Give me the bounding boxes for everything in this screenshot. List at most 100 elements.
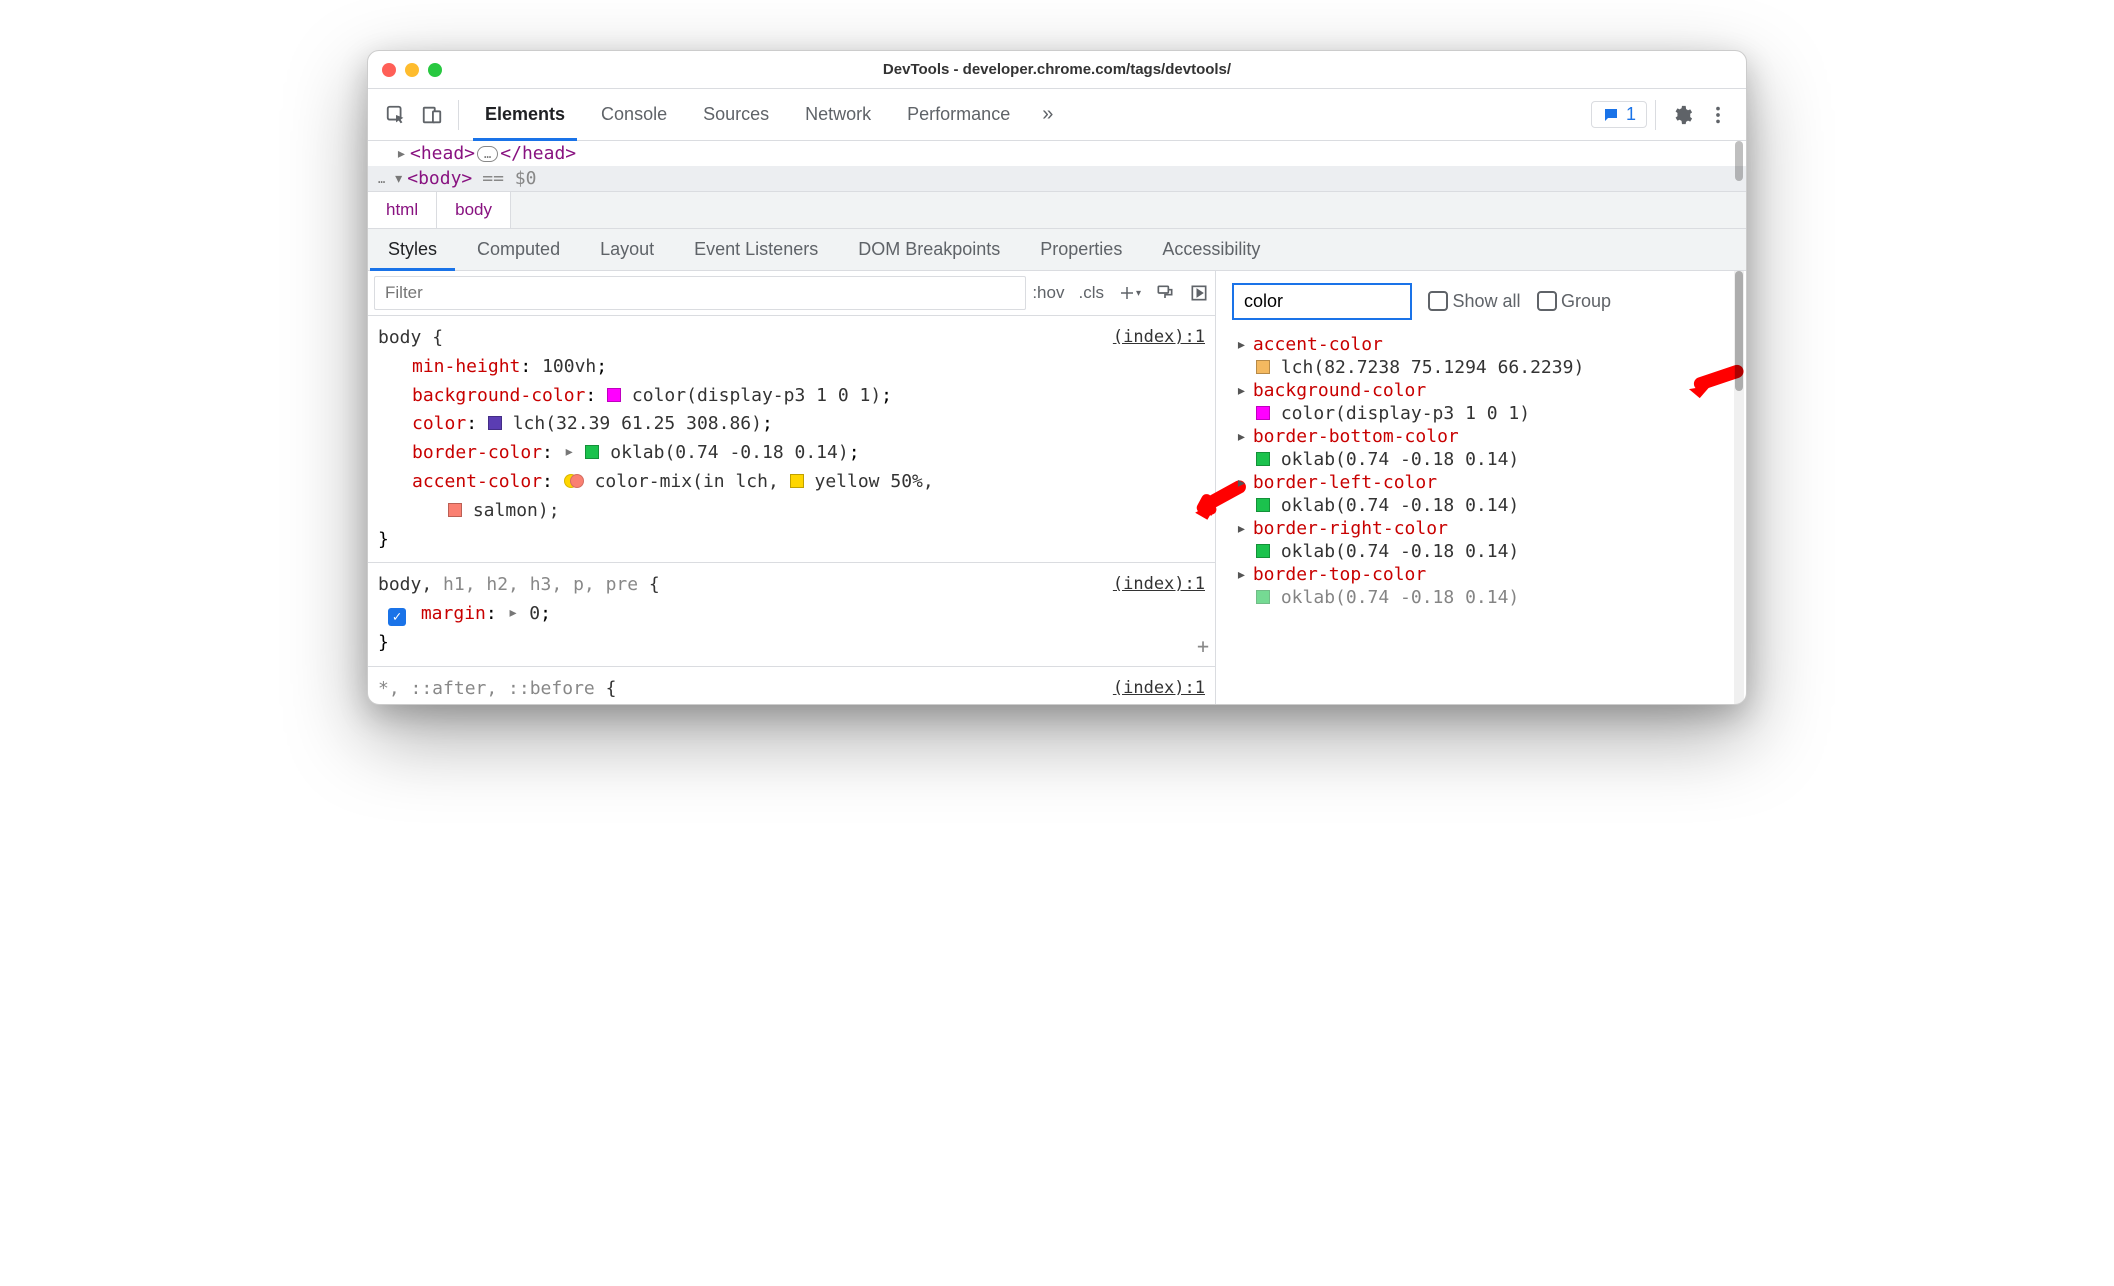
paint-icon[interactable]: [1155, 275, 1175, 311]
cls-toggle[interactable]: .cls: [1078, 283, 1104, 303]
stab-properties[interactable]: Properties: [1020, 229, 1142, 270]
computed-filter-input[interactable]: [1232, 283, 1412, 320]
expand-tri-icon[interactable]: ▸: [508, 599, 519, 628]
computed-value: oklab(0.74 -0.18 0.14): [1216, 587, 1746, 608]
messages-badge[interactable]: 1: [1591, 101, 1647, 128]
messages-count: 1: [1626, 104, 1636, 125]
show-all-label: Show all: [1452, 291, 1520, 311]
expand-tri-icon[interactable]: ▸: [564, 438, 575, 467]
stab-layout[interactable]: Layout: [580, 229, 674, 270]
computed-row[interactable]: ▸accent-color: [1216, 332, 1746, 357]
css-rule-universal: *, ::after, ::before { (index):1: [368, 667, 1215, 704]
styles-filter-input[interactable]: [374, 276, 1026, 310]
selected-indicator: == $0: [482, 168, 536, 189]
expand-tri-icon[interactable]: ▸: [1236, 518, 1247, 539]
css-prop[interactable]: background-color: color(display-p3 1 0 1…: [378, 382, 1205, 411]
source-link[interactable]: (index):1: [1113, 675, 1205, 704]
stab-event-listeners[interactable]: Event Listeners: [674, 229, 838, 270]
computed-row[interactable]: ▸background-color: [1216, 378, 1746, 403]
expand-tri-icon[interactable]: ▸: [1236, 564, 1247, 585]
computed-value: oklab(0.74 -0.18 0.14): [1216, 449, 1746, 470]
panels: :hov .cls ▾ body { (index):1 min-height:…: [368, 271, 1746, 704]
css-prop[interactable]: border-color: ▸ oklab(0.74 -0.18 0.14);: [378, 439, 1205, 468]
crumb-body[interactable]: body: [437, 192, 511, 228]
computed-value: lch(82.7238 75.1294 66.2239): [1216, 357, 1746, 378]
color-swatch-icon[interactable]: [790, 474, 804, 488]
stab-computed[interactable]: Computed: [457, 229, 580, 270]
more-menu-icon[interactable]: [1700, 97, 1736, 133]
computed-row[interactable]: ▸border-top-color: [1216, 562, 1746, 587]
computed-value: oklab(0.74 -0.18 0.14): [1216, 541, 1746, 562]
titlebar: DevTools - developer.chrome.com/tags/dev…: [368, 51, 1746, 89]
tab-network[interactable]: Network: [787, 89, 889, 140]
css-prop-continuation: salmon);: [378, 497, 1205, 526]
tab-elements[interactable]: Elements: [467, 89, 583, 140]
expand-caret-icon[interactable]: ▸: [396, 143, 408, 164]
computed-toggle-icon[interactable]: [1189, 275, 1209, 311]
tabs-overflow-icon[interactable]: »: [1028, 103, 1067, 126]
hov-toggle[interactable]: :hov: [1032, 283, 1064, 303]
group-label: Group: [1561, 291, 1611, 311]
new-rule-plus-icon[interactable]: ▾: [1118, 275, 1141, 311]
computed-value: color(display-p3 1 0 1): [1216, 403, 1746, 424]
color-swatch-icon[interactable]: [1256, 452, 1270, 466]
dom-head-node[interactable]: ▸ <head> … </head>: [368, 141, 1746, 166]
tab-performance[interactable]: Performance: [889, 89, 1028, 140]
show-all-checkbox[interactable]: [1428, 291, 1448, 311]
computed-list: ▸accent-color lch(82.7238 75.1294 66.223…: [1216, 332, 1746, 608]
css-prop[interactable]: min-height: 100vh;: [378, 353, 1205, 382]
stab-styles[interactable]: Styles: [368, 229, 457, 270]
source-link[interactable]: (index):1: [1113, 324, 1205, 353]
inspect-element-icon[interactable]: [378, 97, 414, 133]
computed-row[interactable]: ▸border-right-color: [1216, 516, 1746, 541]
device-toggle-icon[interactable]: [414, 97, 450, 133]
styles-tabs: Styles Computed Layout Event Listeners D…: [368, 229, 1746, 271]
crumb-html[interactable]: html: [368, 192, 437, 228]
tab-console[interactable]: Console: [583, 89, 685, 140]
folded-icon[interactable]: …: [477, 146, 498, 162]
source-link[interactable]: (index):1: [1113, 571, 1205, 600]
color-swatch-icon[interactable]: [607, 388, 621, 402]
color-swatch-icon[interactable]: [1256, 544, 1270, 558]
css-prop[interactable]: ✓ margin: ▸ 0;: [378, 600, 1205, 629]
color-swatch-icon[interactable]: [1256, 406, 1270, 420]
color-swatch-icon[interactable]: [488, 416, 502, 430]
computed-row[interactable]: ▸border-left-color: [1216, 470, 1746, 495]
color-swatch-icon[interactable]: [585, 445, 599, 459]
divider: [1655, 100, 1656, 130]
computed-row[interactable]: ▸border-bottom-color: [1216, 424, 1746, 449]
css-rule-body: body { (index):1 min-height: 100vh; back…: [368, 316, 1215, 563]
computed-filter-bar: Show all Group: [1216, 271, 1746, 332]
color-mix-swatch-icon[interactable]: [564, 474, 584, 488]
tab-sources[interactable]: Sources: [685, 89, 787, 140]
expand-tri-icon[interactable]: ▸: [1236, 472, 1247, 493]
stab-accessibility[interactable]: Accessibility: [1142, 229, 1280, 270]
maximize-window-icon[interactable]: [428, 63, 442, 77]
minimize-window-icon[interactable]: [405, 63, 419, 77]
divider: [458, 100, 459, 130]
expand-tri-icon[interactable]: ▸: [1236, 426, 1247, 447]
color-swatch-icon[interactable]: [1256, 590, 1270, 604]
scrollbar[interactable]: [1734, 271, 1744, 704]
css-prop[interactable]: color: lch(32.39 61.25 308.86);: [378, 410, 1205, 439]
prop-checkbox-icon[interactable]: ✓: [388, 608, 406, 626]
expand-tri-icon[interactable]: ▸: [1236, 334, 1247, 355]
scrollbar[interactable]: [1734, 141, 1744, 201]
add-prop-plus-icon[interactable]: +: [1197, 630, 1209, 662]
dom-body-node[interactable]: … ▾ <body> == $0: [368, 166, 1746, 191]
expand-tri-icon[interactable]: ▸: [1236, 380, 1247, 401]
stab-dom-breakpoints[interactable]: DOM Breakpoints: [838, 229, 1020, 270]
devtools-window: DevTools - developer.chrome.com/tags/dev…: [367, 50, 1747, 705]
settings-gear-icon[interactable]: [1664, 97, 1700, 133]
breadcrumb: html body: [368, 191, 1746, 229]
color-swatch-icon[interactable]: [448, 503, 462, 517]
dots-icon[interactable]: …: [372, 172, 391, 186]
color-swatch-icon[interactable]: [1256, 360, 1270, 374]
color-swatch-icon[interactable]: [1256, 498, 1270, 512]
group-checkbox[interactable]: [1537, 291, 1557, 311]
css-prop[interactable]: accent-color: color-mix(in lch, yellow 5…: [378, 468, 1205, 497]
close-window-icon[interactable]: [382, 63, 396, 77]
computed-pane: Show all Group ▸accent-color lch(82.7238…: [1216, 271, 1746, 704]
collapse-caret-icon[interactable]: ▾: [393, 168, 405, 189]
css-rule-shared: body, h1, h2, h3, p, pre { (index):1 ✓ m…: [368, 563, 1215, 666]
